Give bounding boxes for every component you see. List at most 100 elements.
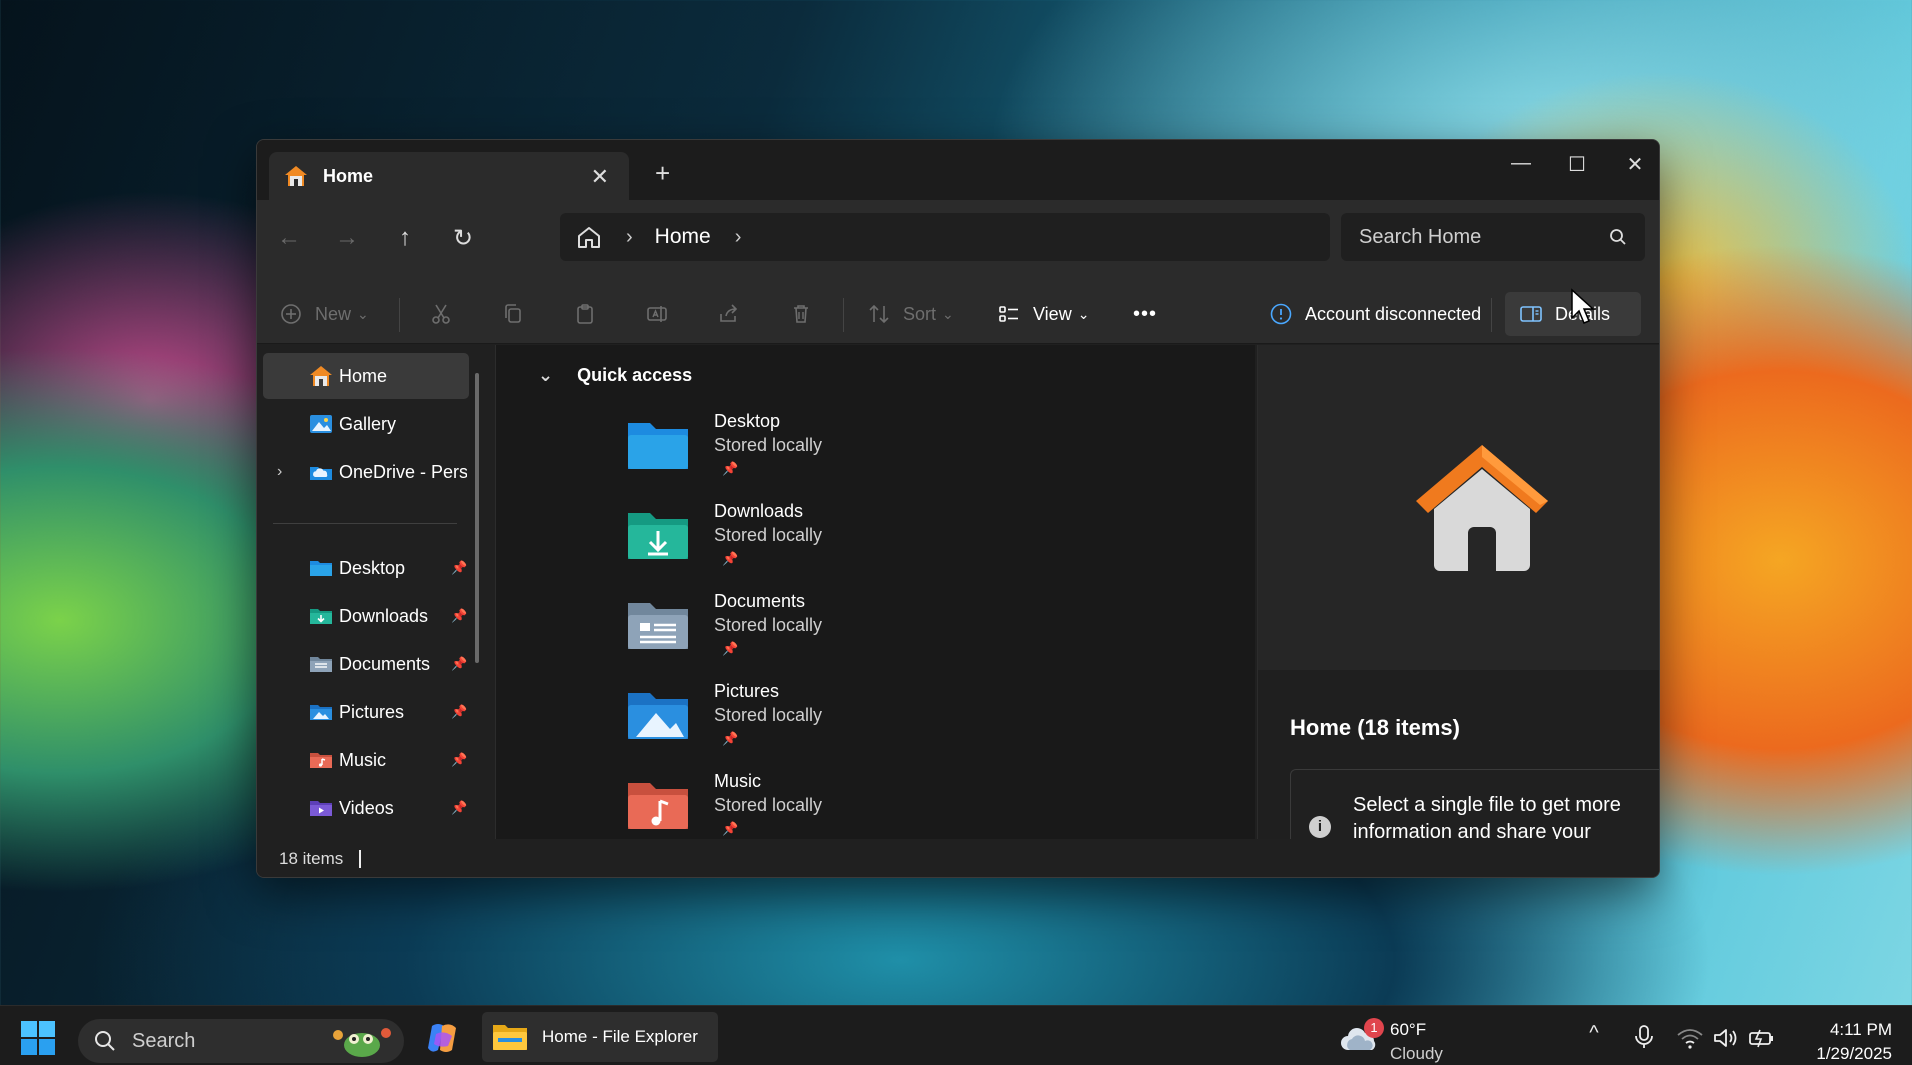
- copilot-icon[interactable]: [424, 1020, 462, 1056]
- delete-button[interactable]: [789, 284, 813, 344]
- new-tab-button[interactable]: +: [655, 158, 670, 189]
- pin-icon[interactable]: 📌: [451, 800, 467, 816]
- sort-button[interactable]: Sort ⌄: [867, 284, 954, 344]
- downloads-folder-icon: [310, 609, 332, 624]
- sidebar-scrollbar[interactable]: [475, 373, 479, 663]
- gallery-icon: [310, 415, 332, 433]
- new-button[interactable]: New ⌄: [279, 284, 369, 344]
- sidebar-item-label: OneDrive - Personal: [339, 461, 467, 482]
- folder-desktop[interactable]: Desktop Stored locally 📌: [626, 411, 1026, 497]
- details-pane-icon: [1520, 306, 1542, 322]
- sidebar-item-documents[interactable]: Documents 📌: [263, 641, 469, 687]
- collapse-chevron-icon[interactable]: ⌄: [538, 365, 553, 386]
- folder-status: Stored locally: [714, 615, 823, 635]
- folder-music[interactable]: Music Stored locally 📌: [626, 771, 1026, 839]
- toolbar-divider: [1491, 298, 1492, 332]
- file-explorer-window: Home ✕ + — ☐ ✕ ← → ↑ ↻ › Home › Search H…: [256, 139, 1660, 878]
- command-bar: New ⌄ Sort ⌄ View ⌄ ••• Account disconne…: [257, 284, 1659, 344]
- sidebar-item-downloads[interactable]: Downloads 📌: [263, 593, 469, 639]
- folder-status: Stored locally: [714, 795, 823, 815]
- paste-button[interactable]: [573, 284, 597, 344]
- cut-button[interactable]: [429, 284, 453, 344]
- desktop-folder-icon: [628, 423, 688, 469]
- folder-documents[interactable]: Documents Stored locally 📌: [626, 591, 1026, 677]
- folder-downloads[interactable]: Downloads Stored locally 📌: [626, 501, 1026, 587]
- status-separator: [359, 850, 362, 868]
- address-bar[interactable]: › Home ›: [560, 213, 1330, 261]
- pin-icon[interactable]: 📌: [451, 560, 467, 576]
- back-arrow-icon[interactable]: ←: [271, 224, 307, 252]
- sidebar-item-onedrive[interactable]: › OneDrive - Personal: [263, 449, 469, 495]
- refresh-icon[interactable]: ↻: [445, 224, 481, 253]
- microphone-icon[interactable]: [1630, 1024, 1658, 1050]
- search-input[interactable]: Search Home: [1341, 213, 1645, 261]
- add-circle-icon: [281, 304, 301, 324]
- view-button[interactable]: View ⌄: [997, 284, 1089, 344]
- breadcrumb-chevron-icon[interactable]: ›: [735, 226, 742, 249]
- maximize-button[interactable]: ☐: [1557, 152, 1597, 177]
- info-icon: [1270, 303, 1292, 325]
- breadcrumb-chevron-icon[interactable]: ›: [626, 226, 633, 249]
- pin-icon[interactable]: 📌: [451, 656, 467, 672]
- account-status-label: Account disconnected: [1305, 303, 1482, 324]
- clock-time: 4:11 PM: [1829, 1020, 1892, 1039]
- copy-button[interactable]: [501, 284, 525, 344]
- expand-chevron-icon[interactable]: ›: [277, 463, 282, 481]
- pin-icon: 📌: [722, 461, 739, 476]
- pin-icon[interactable]: 📌: [451, 704, 467, 720]
- wifi-icon[interactable]: [1676, 1026, 1704, 1050]
- desktop-folder-icon: [310, 561, 332, 576]
- folder-name: Documents: [714, 591, 806, 611]
- file-list-pane: ⌄ Quick access Desktop Stored locally 📌 …: [495, 345, 1255, 839]
- search-placeholder: Search Home: [1359, 225, 1482, 248]
- windows-start-icon[interactable]: [20, 1020, 56, 1056]
- sidebar-item-gallery[interactable]: Gallery: [263, 401, 469, 447]
- account-status[interactable]: Account disconnected: [1269, 284, 1481, 344]
- file-explorer-icon: [493, 1025, 527, 1050]
- more-options-button[interactable]: •••: [1133, 284, 1157, 344]
- sidebar-item-pictures[interactable]: Pictures 📌: [263, 689, 469, 735]
- downloads-folder-icon: [628, 513, 688, 559]
- navigation-pane: Home Gallery › OneDrive - Personal Deskt…: [257, 345, 495, 839]
- quick-access-header[interactable]: ⌄ Quick access: [538, 365, 692, 386]
- details-pane: Home (18 items) i Select a single file t…: [1257, 345, 1659, 859]
- taskbar-search-box[interactable]: Search: [78, 1019, 404, 1063]
- pin-icon: 📌: [722, 731, 739, 746]
- system-clock[interactable]: 4:11 PM 1/29/2025: [1796, 1018, 1892, 1065]
- title-bar: Home ✕ + — ☐ ✕: [257, 140, 1659, 200]
- clipboard-icon: [577, 304, 593, 324]
- weather-widget[interactable]: 1 60°F Cloudy: [1340, 1014, 1460, 1063]
- volume-icon[interactable]: [1712, 1026, 1740, 1050]
- folder-status: Stored locally: [714, 435, 823, 455]
- taskbar-app-file-explorer[interactable]: Home - File Explorer: [482, 1012, 718, 1062]
- share-button[interactable]: [717, 284, 741, 344]
- close-button[interactable]: ✕: [1615, 152, 1655, 177]
- rename-button[interactable]: [645, 284, 669, 344]
- trash-icon: [794, 305, 808, 323]
- tab-home[interactable]: Home ✕: [269, 152, 629, 200]
- sidebar-item-home[interactable]: Home: [263, 353, 469, 399]
- up-arrow-icon[interactable]: ↑: [387, 224, 423, 252]
- home-icon: [1416, 445, 1548, 571]
- home-icon: [285, 166, 307, 186]
- navigation-bar: ← → ↑ ↻ › Home › Search Home: [257, 200, 1659, 284]
- sidebar-item-music[interactable]: Music 📌: [263, 737, 469, 783]
- show-hidden-icons-chevron-icon[interactable]: ^: [1580, 1022, 1608, 1045]
- view-list-icon: [999, 306, 1018, 322]
- documents-folder-icon: [628, 603, 688, 649]
- breadcrumb-home[interactable]: Home: [655, 225, 711, 249]
- weather-temperature: 60°F: [1390, 1020, 1427, 1039]
- clock-date: 1/29/2025: [1816, 1044, 1892, 1063]
- pin-icon[interactable]: 📌: [451, 752, 467, 768]
- sidebar-item-desktop[interactable]: Desktop 📌: [263, 545, 469, 591]
- minimize-button[interactable]: —: [1501, 152, 1541, 175]
- home-outline-icon[interactable]: [576, 225, 602, 249]
- forward-arrow-icon[interactable]: →: [329, 224, 365, 252]
- sidebar-item-videos[interactable]: Videos 📌: [263, 785, 469, 831]
- sidebar-divider: [273, 523, 457, 524]
- folder-pictures[interactable]: Pictures Stored locally 📌: [626, 681, 1026, 767]
- tab-close-icon[interactable]: ✕: [591, 164, 609, 190]
- folder-name: Pictures: [714, 681, 780, 701]
- battery-icon[interactable]: [1748, 1026, 1776, 1050]
- pin-icon[interactable]: 📌: [451, 608, 467, 624]
